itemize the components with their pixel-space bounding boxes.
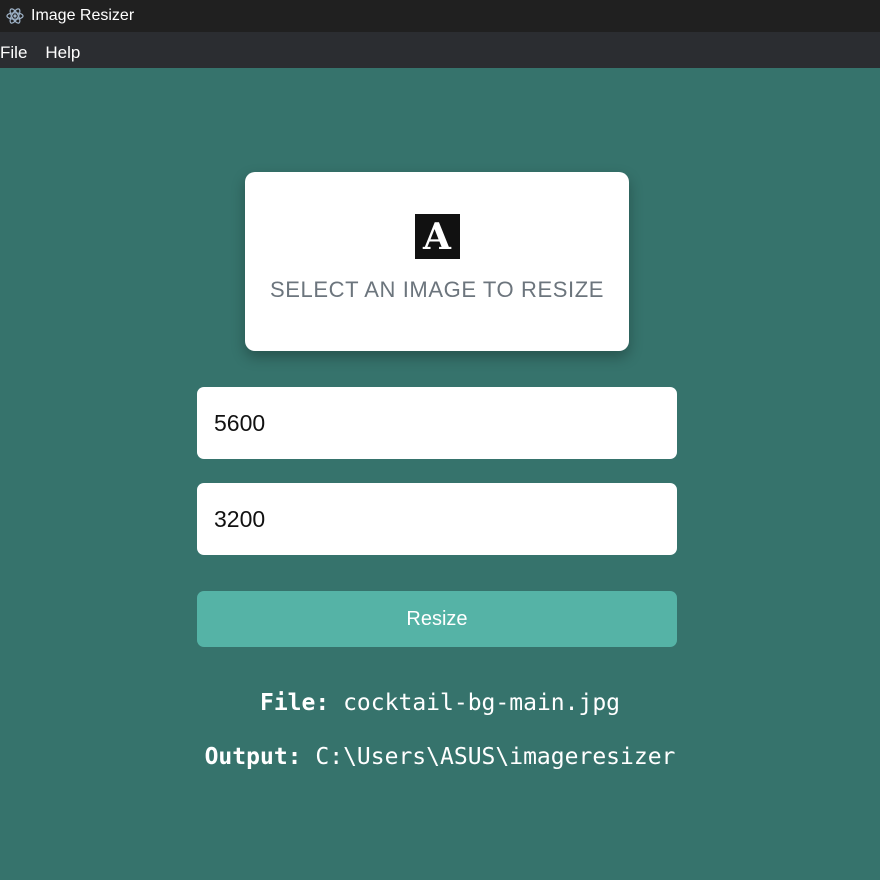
electron-atom-icon bbox=[6, 7, 24, 25]
file-info: File: cocktail-bg-main.jpg bbox=[0, 690, 880, 716]
resize-button[interactable]: Resize bbox=[197, 591, 677, 647]
menu-file[interactable]: File bbox=[0, 43, 36, 63]
output-label: Output: bbox=[204, 744, 302, 770]
title-bar: Image Resizer bbox=[0, 0, 880, 32]
height-input[interactable] bbox=[197, 483, 677, 555]
menu-bar: File Help bbox=[0, 38, 880, 68]
file-label: File: bbox=[259, 690, 330, 716]
menu-help[interactable]: Help bbox=[36, 43, 89, 63]
window-title: Image Resizer bbox=[31, 7, 135, 24]
output-info: Output: C:\Users\ASUS\imageresizer bbox=[0, 744, 880, 770]
width-input[interactable] bbox=[197, 387, 677, 459]
logo-letter: A bbox=[423, 215, 451, 258]
file-name: cocktail-bg-main.jpg bbox=[343, 690, 621, 716]
select-image-card[interactable]: A SELECT AN IMAGE TO RESIZE bbox=[245, 172, 629, 351]
select-image-label: SELECT AN IMAGE TO RESIZE bbox=[269, 277, 605, 302]
app-logo-icon: A bbox=[414, 214, 460, 259]
output-path: C:\Users\ASUS\imageresizer bbox=[315, 744, 676, 770]
